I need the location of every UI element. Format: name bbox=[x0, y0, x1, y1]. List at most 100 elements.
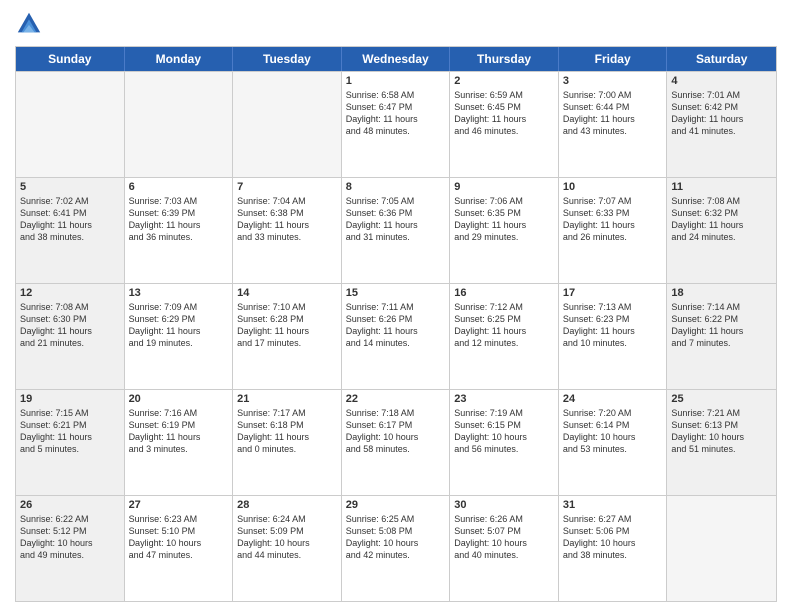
day-number: 21 bbox=[237, 393, 337, 405]
cal-cell-r4c3: 29 Sunrise: 6:25 AM Sunset: 5:08 PM Dayli… bbox=[342, 496, 451, 601]
cell-info: Sunrise: 7:00 AM Sunset: 6:44 PM Dayligh… bbox=[563, 89, 663, 138]
header-day-friday: Friday bbox=[559, 47, 668, 71]
cal-cell-r2c6: 18 Sunrise: 7:14 AM Sunset: 6:22 PM Dayli… bbox=[667, 284, 776, 389]
day-number: 31 bbox=[563, 499, 663, 511]
day-number: 7 bbox=[237, 181, 337, 193]
calendar-header: SundayMondayTuesdayWednesdayThursdayFrid… bbox=[16, 47, 776, 71]
day-number: 17 bbox=[563, 287, 663, 299]
cell-info: Sunrise: 7:14 AM Sunset: 6:22 PM Dayligh… bbox=[671, 301, 772, 350]
day-number: 27 bbox=[129, 499, 229, 511]
page: SundayMondayTuesdayWednesdayThursdayFrid… bbox=[0, 0, 792, 612]
day-number: 19 bbox=[20, 393, 120, 405]
day-number: 18 bbox=[671, 287, 772, 299]
cal-cell-r1c0: 5 Sunrise: 7:02 AM Sunset: 6:41 PM Daylig… bbox=[16, 178, 125, 283]
day-number: 2 bbox=[454, 75, 554, 87]
cal-cell-r2c3: 15Sunrise: 7:11 AM Sunset: 6:26 PM Dayli… bbox=[342, 284, 451, 389]
header-day-thursday: Thursday bbox=[450, 47, 559, 71]
cal-cell-r4c4: 30 Sunrise: 6:26 AM Sunset: 5:07 PM Dayli… bbox=[450, 496, 559, 601]
cell-info: Sunrise: 7:01 AM Sunset: 6:42 PM Dayligh… bbox=[671, 89, 772, 138]
header-day-sunday: Sunday bbox=[16, 47, 125, 71]
cell-info: Sunrise: 7:19 AM Sunset: 6:15 PM Dayligh… bbox=[454, 407, 554, 456]
day-number: 26 bbox=[20, 499, 120, 511]
calendar-row-3: 19 Sunrise: 7:15 AM Sunset: 6:21 PM Dayli… bbox=[16, 389, 776, 495]
cal-cell-r1c1: 6Sunrise: 7:03 AM Sunset: 6:39 PM Daylig… bbox=[125, 178, 234, 283]
cell-info: Sunrise: 7:08 AM Sunset: 6:32 PM Dayligh… bbox=[671, 195, 772, 244]
cal-cell-r4c2: 28 Sunrise: 6:24 AM Sunset: 5:09 PM Dayli… bbox=[233, 496, 342, 601]
day-number: 12 bbox=[20, 287, 120, 299]
cal-cell-r1c6: 11 Sunrise: 7:08 AM Sunset: 6:32 PM Dayli… bbox=[667, 178, 776, 283]
day-number: 28 bbox=[237, 499, 337, 511]
cal-cell-r0c2 bbox=[233, 72, 342, 177]
day-number: 6 bbox=[129, 181, 229, 193]
cell-info: Sunrise: 7:04 AM Sunset: 6:38 PM Dayligh… bbox=[237, 195, 337, 244]
cal-cell-r2c1: 13 Sunrise: 7:09 AM Sunset: 6:29 PM Dayli… bbox=[125, 284, 234, 389]
day-number: 4 bbox=[671, 75, 772, 87]
cal-cell-r4c0: 26 Sunrise: 6:22 AM Sunset: 5:12 PM Dayli… bbox=[16, 496, 125, 601]
cal-cell-r2c0: 12 Sunrise: 7:08 AM Sunset: 6:30 PM Dayli… bbox=[16, 284, 125, 389]
cell-info: Sunrise: 6:58 AM Sunset: 6:47 PM Dayligh… bbox=[346, 89, 446, 138]
cell-info: Sunrise: 7:16 AM Sunset: 6:19 PM Dayligh… bbox=[129, 407, 229, 456]
cell-info: Sunrise: 7:13 AM Sunset: 6:23 PM Dayligh… bbox=[563, 301, 663, 350]
day-number: 1 bbox=[346, 75, 446, 87]
cell-info: Sunrise: 6:27 AM Sunset: 5:06 PM Dayligh… bbox=[563, 513, 663, 562]
header bbox=[15, 10, 777, 38]
cal-cell-r0c1 bbox=[125, 72, 234, 177]
cal-cell-r0c6: 4 Sunrise: 7:01 AM Sunset: 6:42 PM Daylig… bbox=[667, 72, 776, 177]
cal-cell-r0c5: 3 Sunrise: 7:00 AM Sunset: 6:44 PM Daylig… bbox=[559, 72, 668, 177]
cal-cell-r3c3: 22 Sunrise: 7:18 AM Sunset: 6:17 PM Dayli… bbox=[342, 390, 451, 495]
cal-cell-r4c5: 31 Sunrise: 6:27 AM Sunset: 5:06 PM Dayli… bbox=[559, 496, 668, 601]
cal-cell-r1c4: 9 Sunrise: 7:06 AM Sunset: 6:35 PM Daylig… bbox=[450, 178, 559, 283]
cell-info: Sunrise: 6:24 AM Sunset: 5:09 PM Dayligh… bbox=[237, 513, 337, 562]
calendar: SundayMondayTuesdayWednesdayThursdayFrid… bbox=[15, 46, 777, 602]
cell-info: Sunrise: 7:08 AM Sunset: 6:30 PM Dayligh… bbox=[20, 301, 120, 350]
calendar-row-0: 1 Sunrise: 6:58 AM Sunset: 6:47 PM Daylig… bbox=[16, 71, 776, 177]
day-number: 3 bbox=[563, 75, 663, 87]
cell-info: Sunrise: 7:20 AM Sunset: 6:14 PM Dayligh… bbox=[563, 407, 663, 456]
cell-info: Sunrise: 6:22 AM Sunset: 5:12 PM Dayligh… bbox=[20, 513, 120, 562]
day-number: 8 bbox=[346, 181, 446, 193]
day-number: 20 bbox=[129, 393, 229, 405]
cell-info: Sunrise: 7:10 AM Sunset: 6:28 PM Dayligh… bbox=[237, 301, 337, 350]
cal-cell-r4c1: 27Sunrise: 6:23 AM Sunset: 5:10 PM Dayli… bbox=[125, 496, 234, 601]
cell-info: Sunrise: 7:09 AM Sunset: 6:29 PM Dayligh… bbox=[129, 301, 229, 350]
cal-cell-r1c5: 10Sunrise: 7:07 AM Sunset: 6:33 PM Dayli… bbox=[559, 178, 668, 283]
day-number: 30 bbox=[454, 499, 554, 511]
cal-cell-r2c4: 16Sunrise: 7:12 AM Sunset: 6:25 PM Dayli… bbox=[450, 284, 559, 389]
day-number: 5 bbox=[20, 181, 120, 193]
cell-info: Sunrise: 7:18 AM Sunset: 6:17 PM Dayligh… bbox=[346, 407, 446, 456]
cell-info: Sunrise: 7:17 AM Sunset: 6:18 PM Dayligh… bbox=[237, 407, 337, 456]
day-number: 10 bbox=[563, 181, 663, 193]
cell-info: Sunrise: 7:21 AM Sunset: 6:13 PM Dayligh… bbox=[671, 407, 772, 456]
cell-info: Sunrise: 6:59 AM Sunset: 6:45 PM Dayligh… bbox=[454, 89, 554, 138]
header-day-saturday: Saturday bbox=[667, 47, 776, 71]
day-number: 16 bbox=[454, 287, 554, 299]
cell-info: Sunrise: 7:05 AM Sunset: 6:36 PM Dayligh… bbox=[346, 195, 446, 244]
day-number: 9 bbox=[454, 181, 554, 193]
calendar-row-1: 5 Sunrise: 7:02 AM Sunset: 6:41 PM Daylig… bbox=[16, 177, 776, 283]
day-number: 11 bbox=[671, 181, 772, 193]
day-number: 13 bbox=[129, 287, 229, 299]
logo-icon bbox=[15, 10, 43, 38]
day-number: 23 bbox=[454, 393, 554, 405]
cell-info: Sunrise: 6:26 AM Sunset: 5:07 PM Dayligh… bbox=[454, 513, 554, 562]
day-number: 22 bbox=[346, 393, 446, 405]
calendar-body: 1 Sunrise: 6:58 AM Sunset: 6:47 PM Daylig… bbox=[16, 71, 776, 601]
cal-cell-r0c0 bbox=[16, 72, 125, 177]
cell-info: Sunrise: 7:02 AM Sunset: 6:41 PM Dayligh… bbox=[20, 195, 120, 244]
cell-info: Sunrise: 7:15 AM Sunset: 6:21 PM Dayligh… bbox=[20, 407, 120, 456]
calendar-row-2: 12 Sunrise: 7:08 AM Sunset: 6:30 PM Dayli… bbox=[16, 283, 776, 389]
cal-cell-r2c2: 14 Sunrise: 7:10 AM Sunset: 6:28 PM Dayli… bbox=[233, 284, 342, 389]
day-number: 15 bbox=[346, 287, 446, 299]
cell-info: Sunrise: 7:06 AM Sunset: 6:35 PM Dayligh… bbox=[454, 195, 554, 244]
cal-cell-r4c6 bbox=[667, 496, 776, 601]
cal-cell-r3c2: 21 Sunrise: 7:17 AM Sunset: 6:18 PM Dayli… bbox=[233, 390, 342, 495]
cal-cell-r3c4: 23 Sunrise: 7:19 AM Sunset: 6:15 PM Dayli… bbox=[450, 390, 559, 495]
day-number: 29 bbox=[346, 499, 446, 511]
day-number: 14 bbox=[237, 287, 337, 299]
day-number: 25 bbox=[671, 393, 772, 405]
cal-cell-r3c1: 20 Sunrise: 7:16 AM Sunset: 6:19 PM Dayli… bbox=[125, 390, 234, 495]
cal-cell-r2c5: 17 Sunrise: 7:13 AM Sunset: 6:23 PM Dayli… bbox=[559, 284, 668, 389]
cal-cell-r3c5: 24Sunrise: 7:20 AM Sunset: 6:14 PM Dayli… bbox=[559, 390, 668, 495]
cell-info: Sunrise: 6:25 AM Sunset: 5:08 PM Dayligh… bbox=[346, 513, 446, 562]
header-day-tuesday: Tuesday bbox=[233, 47, 342, 71]
